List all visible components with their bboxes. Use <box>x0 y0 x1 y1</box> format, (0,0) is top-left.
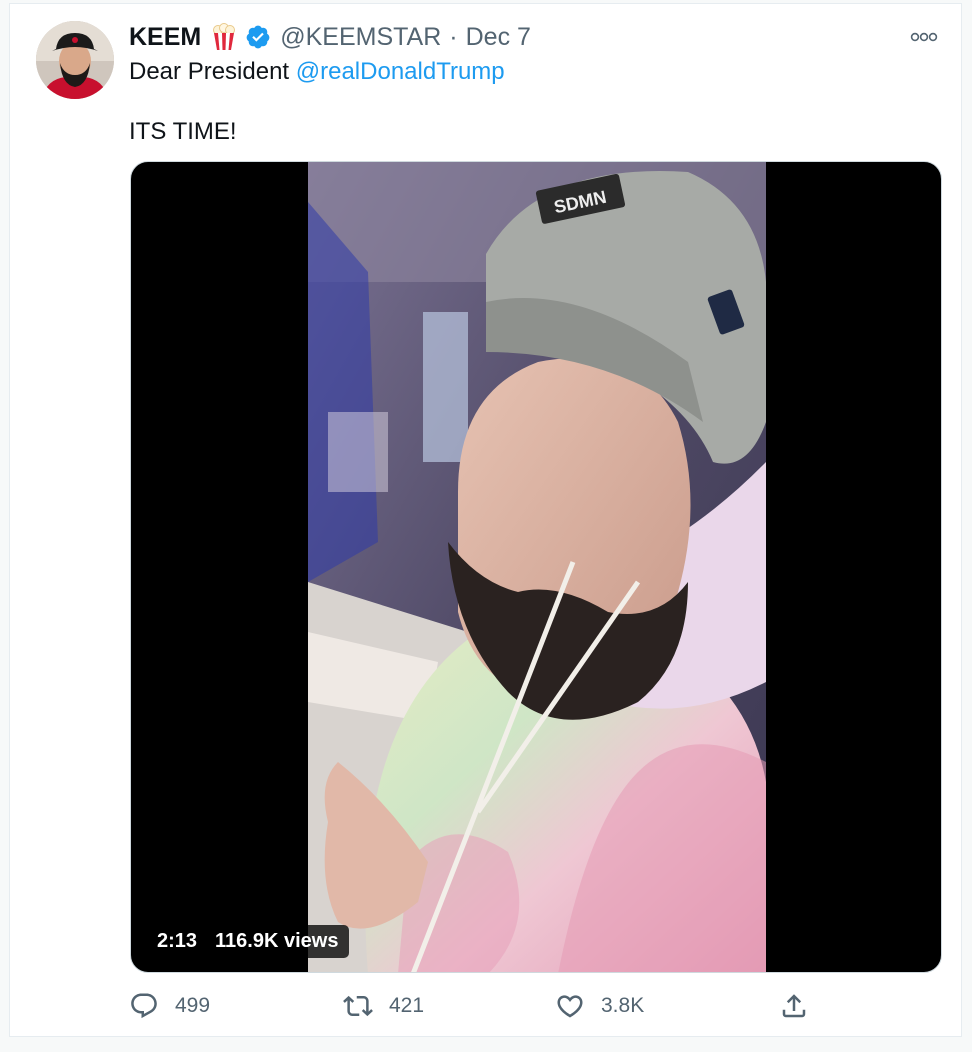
reply-button[interactable]: 499 <box>129 989 210 1023</box>
retweet-button[interactable]: 421 <box>343 989 424 1023</box>
video-stats-overlay: 2:13 116.9K views <box>146 925 350 958</box>
video-player[interactable]: SDMN 2:13 116.9K views <box>130 161 942 973</box>
action-bar: 499 421 3.8K <box>129 989 829 1023</box>
author-handle[interactable]: @KEEMSTAR <box>280 23 441 52</box>
tweet-text-prefix: Dear President <box>129 58 296 85</box>
video-frame: SDMN <box>308 162 766 972</box>
tweet-card[interactable]: KEEM @KEEMSTAR · Dec 7 Dear President @r… <box>9 3 962 1037</box>
reply-count: 499 <box>175 994 211 1017</box>
tweet-text-line-1: Dear President @realDonaldTrump <box>129 58 505 86</box>
separator-dot: · <box>449 22 458 51</box>
page-footer-strip <box>9 1037 962 1052</box>
popcorn-emoji-icon <box>211 23 237 51</box>
tweet-date[interactable]: Dec 7 <box>466 23 531 52</box>
heart-icon <box>557 995 583 1018</box>
video-views: 116.9K views <box>215 930 339 952</box>
more-options-button[interactable] <box>909 26 939 48</box>
reply-icon <box>131 993 157 1019</box>
retweet-icon <box>343 995 373 1017</box>
avatar[interactable] <box>36 21 114 99</box>
like-count: 3.8K <box>601 994 645 1017</box>
share-button[interactable] <box>779 989 809 1023</box>
share-icon <box>782 994 806 1018</box>
mention-link[interactable]: @realDonaldTrump <box>296 58 505 85</box>
more-horizontal-icon <box>910 32 938 42</box>
tweet-header: KEEM @KEEMSTAR · Dec 7 <box>129 22 531 52</box>
verified-badge-icon <box>245 24 271 50</box>
retweet-count: 421 <box>389 994 425 1017</box>
author-name[interactable]: KEEM <box>129 23 201 52</box>
like-button[interactable]: 3.8K <box>555 989 644 1023</box>
tweet-text-line-2: ITS TIME! <box>129 118 237 145</box>
video-duration: 2:13 <box>157 930 198 952</box>
avatar-image <box>36 21 114 99</box>
